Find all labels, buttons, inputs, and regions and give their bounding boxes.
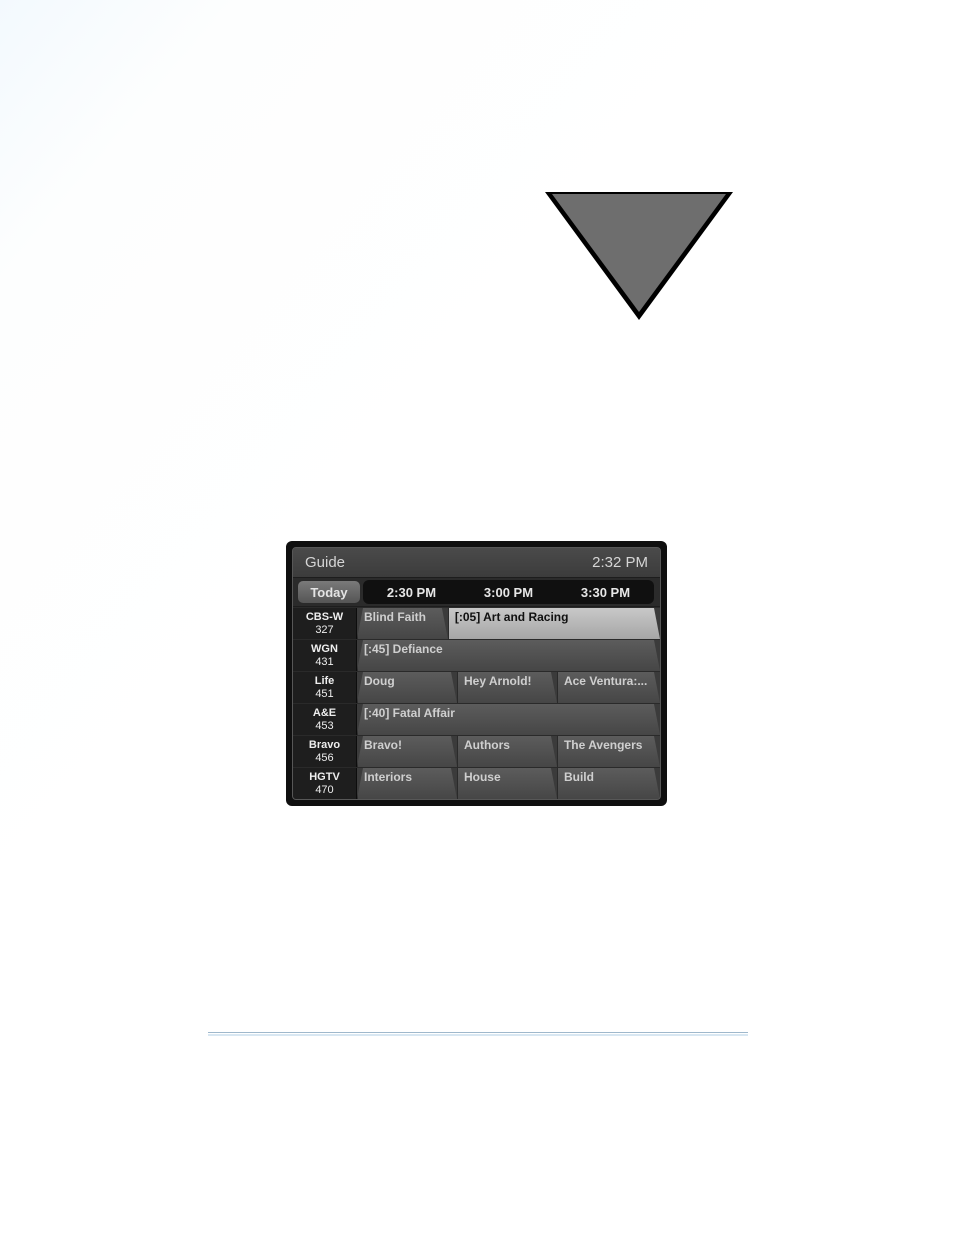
channel-name: HGTV: [309, 771, 340, 783]
channel-cell[interactable]: A&E453: [293, 704, 357, 735]
channel-cell[interactable]: WGN431: [293, 640, 357, 671]
channel-number: 470: [315, 784, 333, 796]
program-cell[interactable]: The Avengers: [557, 736, 660, 767]
channel-number: 453: [315, 720, 333, 732]
guide-time-slots: 2:30 PM 3:00 PM 3:30 PM: [363, 580, 654, 604]
channel-name: Bravo: [309, 739, 340, 751]
program-track: DougHey Arnold!Ace Ventura:...: [357, 672, 660, 703]
guide-day-button[interactable]: Today: [297, 580, 361, 604]
chevron-down-icon: [545, 192, 733, 320]
guide-timeline-row: Today 2:30 PM 3:00 PM 3:30 PM: [293, 577, 660, 607]
guide-grid: CBS-W327Blind Faith[:05] Art and RacingW…: [293, 607, 660, 799]
channel-name: WGN: [311, 643, 338, 655]
guide-row: CBS-W327Blind Faith[:05] Art and Racing: [293, 607, 660, 639]
program-cell[interactable]: [:45] Defiance: [357, 640, 660, 671]
tv-guide-widget: Guide 2:32 PM Today 2:30 PM 3:00 PM 3:30…: [286, 541, 667, 806]
channel-cell[interactable]: Life451: [293, 672, 357, 703]
program-cell[interactable]: [:40] Fatal Affair: [357, 704, 660, 735]
time-slot: 2:30 PM: [387, 585, 436, 600]
channel-name: CBS-W: [306, 611, 343, 623]
program-track: [:45] Defiance: [357, 640, 660, 671]
time-slot: 3:00 PM: [484, 585, 533, 600]
guide-row: HGTV470InteriorsHouseBuild: [293, 767, 660, 799]
program-cell[interactable]: [:05] Art and Racing: [448, 608, 660, 639]
program-cell[interactable]: House: [457, 768, 557, 799]
channel-cell[interactable]: Bravo456: [293, 736, 357, 767]
program-cell[interactable]: Hey Arnold!: [457, 672, 557, 703]
guide-row: WGN431[:45] Defiance: [293, 639, 660, 671]
channel-number: 431: [315, 656, 333, 668]
program-track: [:40] Fatal Affair: [357, 704, 660, 735]
program-cell[interactable]: Authors: [457, 736, 557, 767]
tv-guide-inner: Guide 2:32 PM Today 2:30 PM 3:00 PM 3:30…: [292, 547, 661, 800]
guide-clock: 2:32 PM: [592, 554, 648, 571]
channel-cell[interactable]: CBS-W327: [293, 608, 357, 639]
footer-divider: [208, 1032, 748, 1036]
program-cell[interactable]: Build: [557, 768, 660, 799]
channel-name: Life: [315, 675, 335, 687]
channel-cell[interactable]: HGTV470: [293, 768, 357, 799]
guide-row: Life451DougHey Arnold!Ace Ventura:...: [293, 671, 660, 703]
program-cell[interactable]: Bravo!: [357, 736, 457, 767]
guide-row: A&E453[:40] Fatal Affair: [293, 703, 660, 735]
program-track: Blind Faith[:05] Art and Racing: [357, 608, 660, 639]
guide-row: Bravo456Bravo!AuthorsThe Avengers: [293, 735, 660, 767]
program-cell[interactable]: Interiors: [357, 768, 457, 799]
channel-number: 451: [315, 688, 333, 700]
time-slot: 3:30 PM: [581, 585, 630, 600]
program-cell[interactable]: Ace Ventura:...: [557, 672, 660, 703]
channel-number: 456: [315, 752, 333, 764]
program-track: InteriorsHouseBuild: [357, 768, 660, 799]
program-cell[interactable]: Blind Faith: [357, 608, 448, 639]
guide-title: Guide: [305, 554, 345, 571]
channel-name: A&E: [313, 707, 336, 719]
guide-header: Guide 2:32 PM: [293, 548, 660, 577]
program-cell[interactable]: Doug: [357, 672, 457, 703]
program-track: Bravo!AuthorsThe Avengers: [357, 736, 660, 767]
channel-number: 327: [315, 624, 333, 636]
